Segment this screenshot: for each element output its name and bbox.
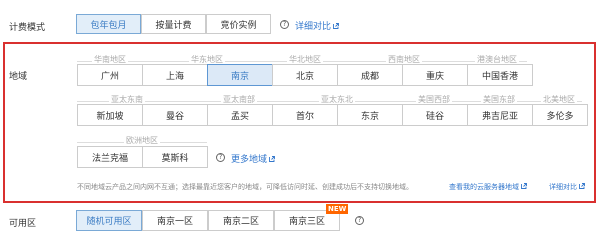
billing-mode-label: 计费模式 bbox=[9, 23, 46, 33]
billing-option-monthly[interactable]: 包年包月 bbox=[76, 14, 141, 34]
city-bangkok[interactable]: 曼谷 bbox=[142, 104, 208, 126]
view-my-cvm-regions-link[interactable]: 查看我的云服务器地域 bbox=[449, 182, 527, 192]
city-guangzhou[interactable]: 广州 bbox=[77, 64, 143, 86]
billing-compare-link-text: 详细对比 bbox=[295, 22, 332, 32]
zone-option-random[interactable]: 随机可用区 bbox=[76, 210, 142, 231]
city-singapore[interactable]: 新加坡 bbox=[77, 104, 143, 126]
region-compare-link[interactable]: 详细对比 bbox=[549, 182, 585, 192]
region-compare-link-text: 详细对比 bbox=[549, 183, 577, 191]
city-tokyo[interactable]: 东京 bbox=[337, 104, 403, 126]
city-nanjing[interactable]: 南京 bbox=[207, 64, 273, 86]
new-badge: NEW bbox=[326, 204, 349, 214]
zone-label: 可用区 bbox=[9, 219, 37, 229]
region-note: 不同地域云产品之间内网不互通；选择最靠近您客户的地域，可降低访问时延、创建成功后… bbox=[77, 183, 413, 191]
city-frankfurt[interactable]: 法兰克福 bbox=[77, 146, 143, 168]
external-link-icon bbox=[579, 183, 585, 189]
group-label-europe: 欧洲地区 bbox=[124, 135, 160, 146]
city-shanghai[interactable]: 上海 bbox=[142, 64, 208, 86]
more-regions-link-text: 更多地域 bbox=[231, 155, 268, 165]
region-label: 地域 bbox=[9, 72, 28, 82]
billing-compare-link[interactable]: 详细对比 bbox=[295, 19, 339, 32]
view-my-cvm-regions-link-text: 查看我的云服务器地域 bbox=[449, 183, 519, 191]
city-chongqing[interactable]: 重庆 bbox=[402, 64, 468, 86]
city-seoul[interactable]: 首尔 bbox=[272, 104, 338, 126]
external-link-icon bbox=[269, 156, 275, 162]
billing-option-spot[interactable]: 竞价实例 bbox=[206, 14, 271, 34]
zone-option-nanjing-2[interactable]: 南京二区 bbox=[208, 210, 274, 231]
more-regions-link[interactable]: 更多地域 bbox=[231, 152, 275, 165]
city-toronto[interactable]: 多伦多 bbox=[532, 104, 588, 126]
help-circle-icon[interactable]: ? bbox=[280, 20, 289, 29]
city-beijing[interactable]: 北京 bbox=[272, 64, 338, 86]
external-link-icon bbox=[333, 23, 339, 29]
help-circle-icon[interactable]: ? bbox=[355, 216, 364, 225]
city-hong-kong[interactable]: 中国香港 bbox=[467, 64, 533, 86]
help-circle-icon[interactable]: ? bbox=[216, 153, 225, 162]
city-mumbai[interactable]: 孟买 bbox=[207, 104, 273, 126]
city-silicon-valley[interactable]: 硅谷 bbox=[402, 104, 468, 126]
city-virginia[interactable]: 弗吉尼亚 bbox=[467, 104, 533, 126]
zone-option-nanjing-1[interactable]: 南京一区 bbox=[142, 210, 208, 231]
external-link-icon bbox=[521, 183, 527, 189]
city-moscow[interactable]: 莫斯科 bbox=[142, 146, 208, 168]
billing-option-pay-as-you-go[interactable]: 按量计费 bbox=[141, 14, 206, 34]
city-chengdu[interactable]: 成都 bbox=[337, 64, 403, 86]
